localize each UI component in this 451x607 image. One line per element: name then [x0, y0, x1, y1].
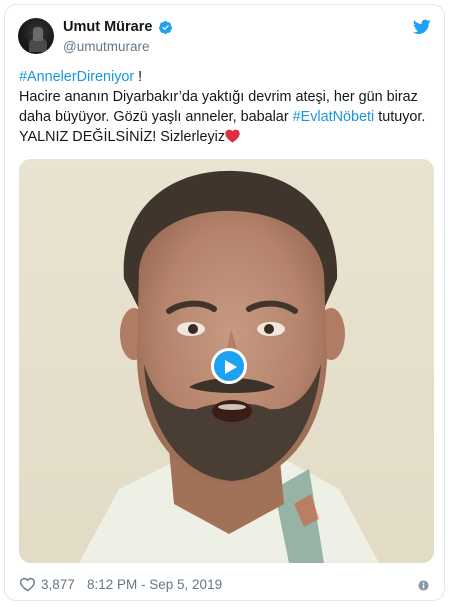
play-icon: [225, 360, 237, 374]
tweet-text-part: tutuyor.: [374, 109, 426, 125]
tweet-timestamp[interactable]: 8:12 PM - Sep 5, 2019: [87, 576, 222, 594]
like-count[interactable]: 3,877: [41, 576, 75, 594]
author-name[interactable]: Umut Mürare: [63, 19, 152, 35]
tweet-text-part: YALNIZ DEĞİLSİNİZ! Sizlerleyiz: [19, 129, 226, 145]
heart-like-icon[interactable]: [19, 577, 36, 592]
twitter-bird-icon[interactable]: [413, 19, 431, 35]
red-heart-emoji-icon: [225, 129, 240, 143]
tweet-card: Umut Mürare @umutmurare #AnnelerDireniyo…: [4, 4, 445, 601]
author-avatar[interactable]: [18, 18, 54, 54]
info-icon[interactable]: [418, 580, 429, 591]
hashtag-evlat-nobeti[interactable]: #EvlatNöbeti: [293, 109, 375, 125]
verified-badge-icon: [158, 20, 173, 35]
avatar-figure-head: [33, 27, 43, 41]
tweet-text: #AnnelerDireniyor ! Hacire ananın Diyarb…: [19, 67, 434, 147]
hashtag-anneler-direniyor[interactable]: #AnnelerDireniyor: [19, 69, 134, 85]
play-button[interactable]: [211, 348, 247, 384]
tweet-text-part: !: [134, 69, 143, 85]
author-handle[interactable]: @umutmurare: [63, 39, 149, 54]
video-thumbnail[interactable]: [19, 159, 434, 563]
